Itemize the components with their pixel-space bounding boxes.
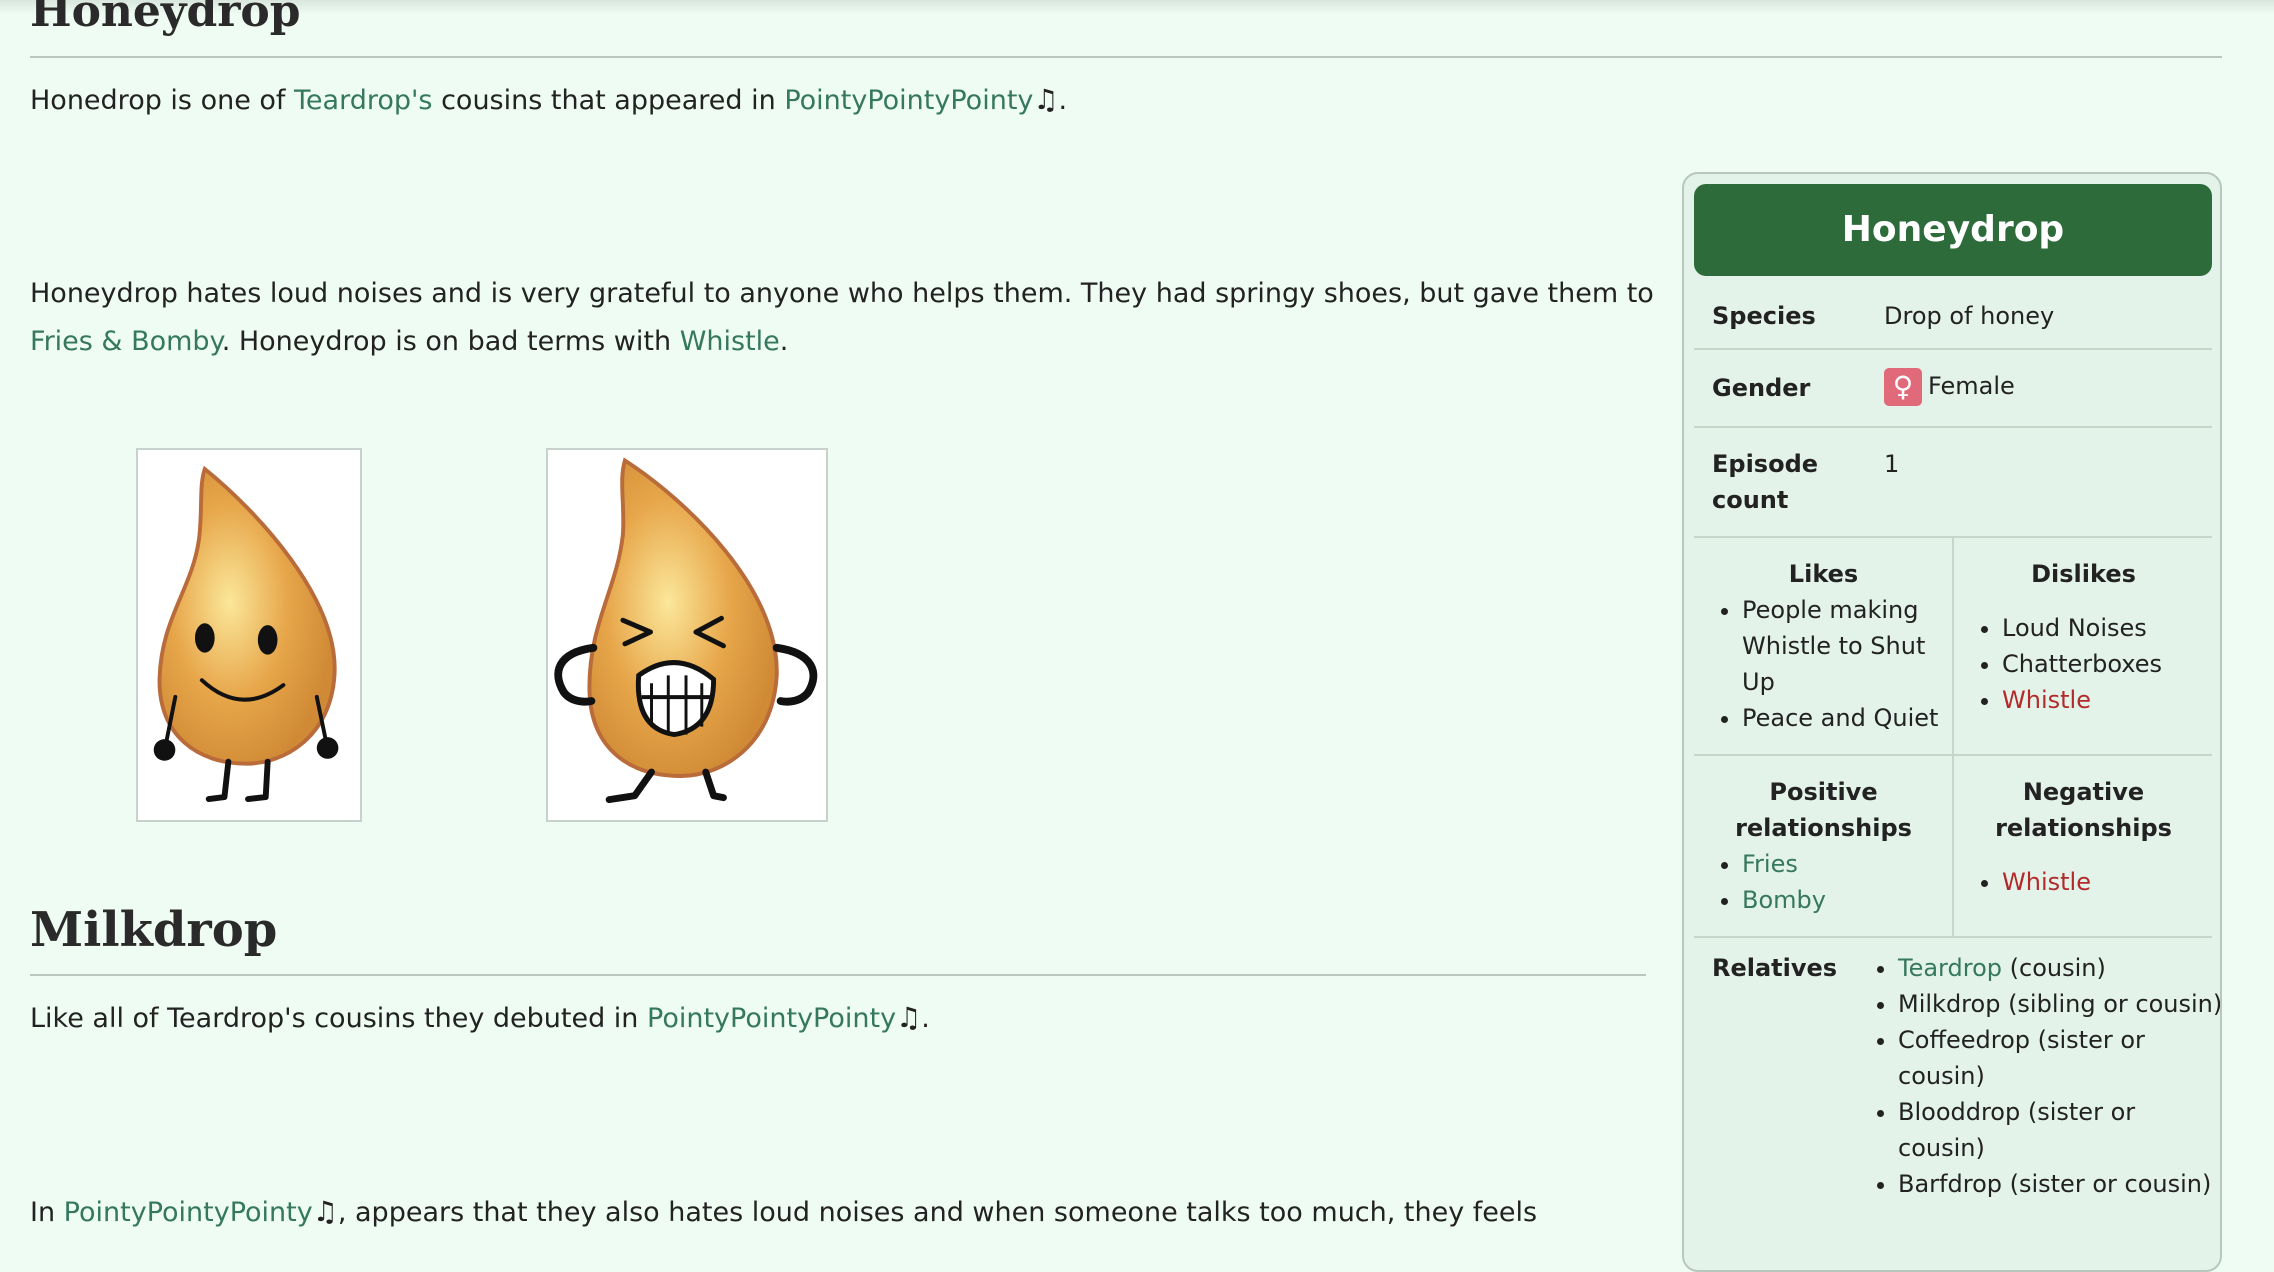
positive-relationships-label: Positive relationships [1735, 778, 1912, 842]
like-item: Peace and Quiet [1742, 700, 1941, 736]
wiki-page: Honeydrop Honedrop is one of Teardrop's … [0, 0, 2274, 1272]
positive-relationships-list: Fries Bomby [1694, 846, 1953, 918]
honeydrop-intro: Honedrop is one of Teardrop's cousins th… [30, 83, 1068, 116]
relative-item: Teardrop (cousin) [1898, 950, 2220, 986]
milkdrop-heading: Milkdrop [30, 902, 278, 958]
positive-relationship-item: Bomby [1742, 882, 1953, 918]
honeydrop-heading: Honeydrop [30, 0, 301, 37]
relative-item: Coffeedrop (sister or cousin) [1898, 1022, 2220, 1094]
relative-item: Blooddrop (sister or cousin) [1898, 1094, 2220, 1166]
infobox-title: Honeydrop [1694, 184, 2212, 276]
relative-item: Milkdrop (sibling or cousin) [1898, 986, 2220, 1022]
teardrop-link[interactable]: Teardrop's [294, 85, 432, 116]
whistle-dislike-link[interactable]: Whistle [2002, 686, 2091, 714]
relatives-list: Teardrop (cousin) Milkdrop (sibling or c… [1850, 950, 2220, 1202]
infobox-row-episode-count: Episode count 1 [1694, 428, 2212, 538]
likes-label: Likes [1788, 560, 1859, 588]
character-infobox: Honeydrop Species Drop of honey Gender ♀… [1682, 172, 2222, 1272]
negative-relationship-item: Whistle [2002, 864, 2213, 900]
negative-relationships-list: Whistle [1954, 864, 2213, 900]
honeydrop-covering-ears-drawing [554, 457, 818, 804]
like-item: People making Whistle to Shut Up [1742, 592, 1941, 700]
species-label: Species [1712, 302, 1816, 330]
music-note-icon: ♫ [896, 1001, 922, 1034]
pointypointypointy-link-3[interactable]: PointyPointyPointy [64, 1197, 313, 1228]
bomby-link[interactable]: Bomby [1742, 886, 1826, 914]
infobox-row-likes-dislikes: Likes People making Whistle to Shut Up P… [1694, 538, 2212, 756]
dislikes-list: Loud Noises Chatterboxes Whistle [1954, 610, 2213, 718]
fries-bomby-link[interactable]: Fries & Bomby [30, 326, 222, 357]
dislikes-label: Dislikes [2031, 560, 2136, 588]
honeydrop-heading-rule [30, 56, 2222, 58]
likes-column: Likes People making Whistle to Shut Up P… [1694, 556, 1953, 736]
milkdrop-heading-rule [30, 974, 1646, 976]
species-value: Drop of honey [1884, 302, 2055, 330]
infobox-row-gender: Gender ♀ Female [1694, 350, 2212, 428]
milkdrop-intro: Like all of Teardrop's cousins they debu… [30, 1001, 930, 1034]
dislikes-column: Dislikes Loud Noises Chatterboxes Whistl… [1954, 556, 2213, 718]
dislike-item: Loud Noises [2002, 610, 2213, 646]
whistle-link[interactable]: Whistle [680, 326, 780, 357]
pointypointypointy-link-2[interactable]: PointyPointyPointy [647, 1003, 896, 1034]
teardrop-relative-link[interactable]: Teardrop [1898, 954, 2002, 982]
pointypointypointy-link[interactable]: PointyPointyPointy [784, 85, 1033, 116]
fries-link[interactable]: Fries [1742, 850, 1798, 878]
negative-relationships-column: Negative relationships Whistle [1954, 774, 2213, 900]
whistle-negative-link[interactable]: Whistle [2002, 868, 2091, 896]
negative-relationships-label: Negative relationships [1995, 778, 2172, 842]
positive-relationship-item: Fries [1742, 846, 1953, 882]
relative-item: Barfdrop (sister or cousin) [1898, 1166, 2220, 1202]
infobox-row-relationships: Positive relationships Fries Bomby Negat… [1694, 756, 2212, 938]
gender-value-wrap: ♀ Female [1884, 368, 2015, 406]
honeydrop-covering-ears-image[interactable] [546, 448, 828, 822]
honeydrop-smiling-drawing [153, 465, 339, 802]
gender-value: Female [1928, 372, 2015, 400]
positive-relationships-column: Positive relationships Fries Bomby [1694, 774, 1953, 918]
relatives-label: Relatives [1712, 954, 1838, 982]
episode-count-label: Episode count [1712, 450, 1819, 514]
likes-list: People making Whistle to Shut Up Peace a… [1694, 592, 1953, 736]
top-shadow [0, 0, 2274, 14]
dislike-item: Whistle [2002, 682, 2213, 718]
music-note-icon: ♫ [1033, 83, 1059, 116]
honeydrop-description: Honeydrop hates loud noises and is very … [30, 278, 1654, 357]
gender-label: Gender [1712, 374, 1811, 402]
female-icon: ♀ [1884, 368, 1922, 406]
milkdrop-description: In PointyPointyPointy♫, appears that the… [30, 1195, 1538, 1228]
infobox-row-species: Species Drop of honey [1694, 286, 2212, 350]
music-note-icon: ♫ [312, 1195, 338, 1228]
infobox-row-relatives: Relatives Teardrop (cousin) Milkdrop (si… [1694, 938, 2220, 1268]
dislike-item: Chatterboxes [2002, 646, 2213, 682]
episode-count-value: 1 [1884, 450, 1900, 478]
honeydrop-smiling-image[interactable] [136, 448, 362, 822]
